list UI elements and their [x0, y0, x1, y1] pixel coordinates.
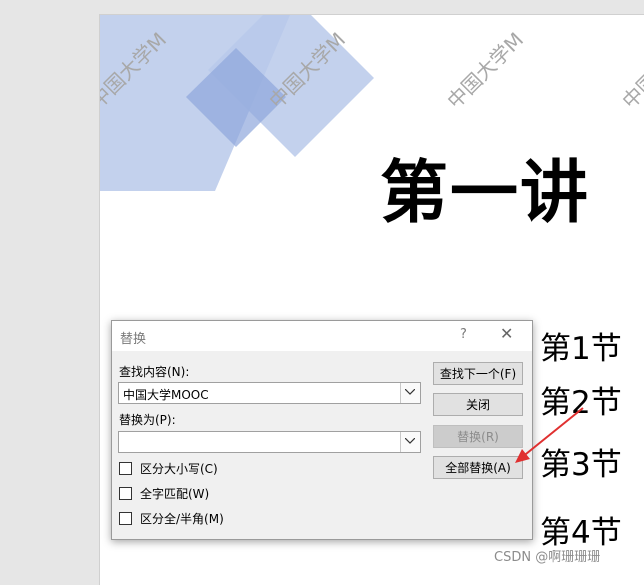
replace-dropdown-button[interactable] — [400, 432, 420, 452]
section-1: 第1节 — [540, 331, 622, 367]
find-input-value: 中国大学MOOC — [123, 388, 209, 402]
checkbox-label: 区分全/半角(M) — [140, 511, 224, 526]
chevron-down-icon — [405, 389, 415, 395]
find-dropdown-button[interactable] — [400, 383, 420, 403]
whole-word-checkbox[interactable]: 全字匹配(W) — [119, 485, 209, 501]
slide-title: 第一讲 — [380, 154, 591, 233]
replace-dialog: 替换 ? ✕ 查找内容(N): 中国大学MOOC 替换为(P): 区分大小写(C… — [111, 320, 533, 540]
find-input[interactable]: 中国大学MOOC — [118, 382, 421, 404]
replace-input[interactable] — [118, 431, 421, 453]
csdn-credit: CSDN @啊珊珊珊 — [494, 550, 601, 565]
close-icon[interactable]: ✕ — [500, 324, 513, 343]
dialog-title: 替换 — [120, 332, 147, 347]
checkbox-box[interactable] — [119, 511, 132, 525]
checkbox-label: 区分大小写(C) — [140, 461, 218, 476]
section-2: 第2节 — [540, 385, 622, 421]
help-button[interactable]: ? — [460, 327, 467, 342]
checkbox-box[interactable] — [119, 486, 132, 500]
chevron-down-icon — [405, 438, 415, 444]
checkbox-box[interactable] — [119, 461, 132, 475]
match-case-checkbox[interactable]: 区分大小写(C) — [119, 460, 218, 476]
section-3: 第3节 — [540, 447, 622, 483]
width-match-checkbox[interactable]: 区分全/半角(M) — [119, 510, 224, 526]
close-button[interactable]: 关闭 — [433, 393, 523, 416]
find-label: 查找内容(N): — [119, 365, 190, 379]
find-next-button[interactable]: 查找下一个(F) — [433, 362, 523, 385]
replace-all-button[interactable]: 全部替换(A) — [433, 456, 523, 479]
replace-label: 替换为(P): — [119, 413, 176, 427]
replace-button[interactable]: 替换(R) — [433, 425, 523, 448]
dialog-titlebar[interactable]: 替换 ? ✕ — [112, 321, 532, 351]
checkbox-label: 全字匹配(W) — [140, 486, 210, 501]
